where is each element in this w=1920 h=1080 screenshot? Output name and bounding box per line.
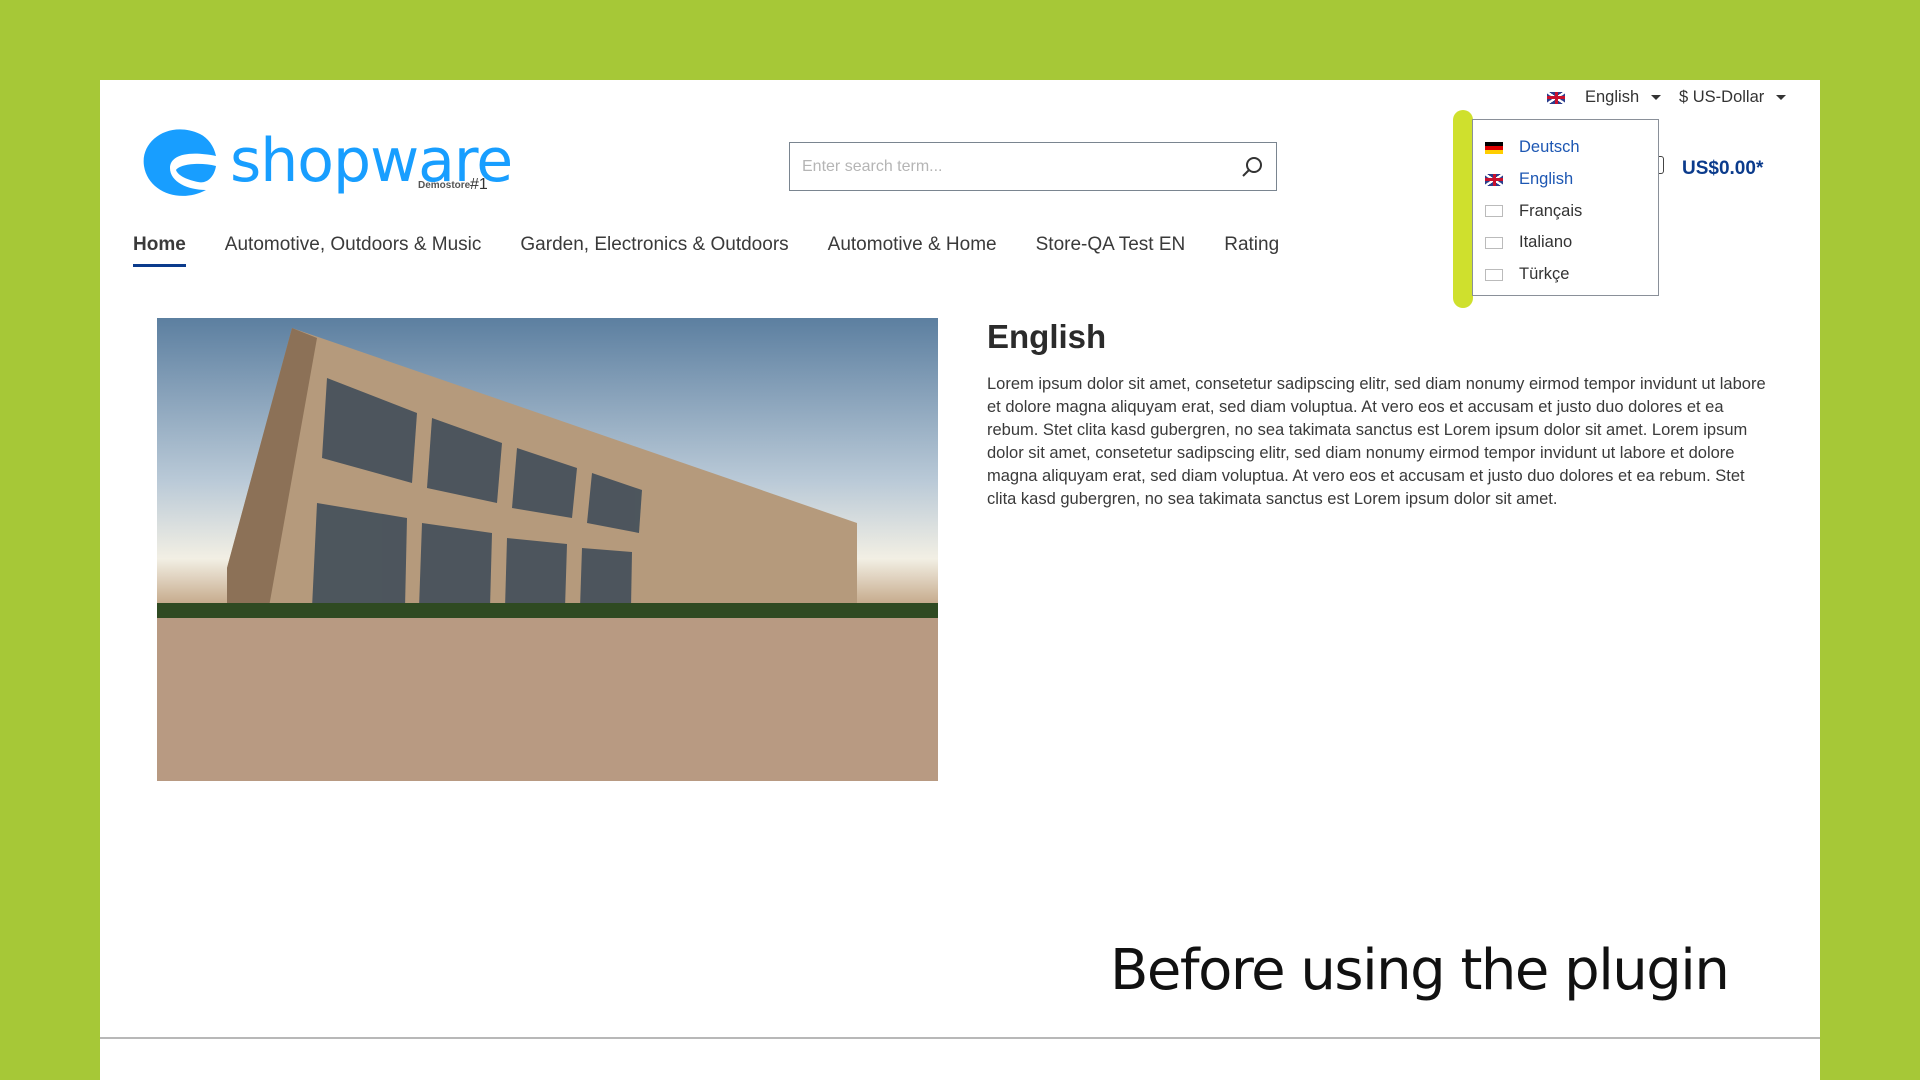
shopware-logo[interactable]: shopware Demostore #1 [140, 126, 513, 200]
nav-item[interactable]: Automotive & Home [828, 234, 997, 267]
de-flag-icon [1485, 141, 1503, 154]
empty-flag-icon [1485, 205, 1503, 218]
language-option-italiano[interactable]: Italiano [1473, 227, 1658, 259]
uk-flag-icon [1485, 173, 1503, 186]
nav-item[interactable]: Rating [1224, 234, 1279, 267]
language-switcher[interactable]: English [1547, 88, 1662, 107]
nav-item[interactable]: Store-QA Test EN [1036, 234, 1186, 267]
caret-down-icon [1776, 95, 1787, 100]
nav-item-home[interactable]: Home [133, 234, 186, 267]
empty-flag-icon [1485, 236, 1503, 249]
divider [100, 1037, 1820, 1039]
main-navigation: Home Automotive, Outdoors & Music Garden… [133, 234, 1279, 267]
content-heading: English [987, 318, 1107, 355]
empty-flag-icon [1485, 268, 1503, 281]
nav-item[interactable]: Automotive, Outdoors & Music [225, 234, 482, 267]
language-option-francais[interactable]: Français [1473, 195, 1658, 227]
shopware-logo-icon [143, 129, 216, 196]
language-label: English [1585, 88, 1640, 106]
language-option-english[interactable]: English [1473, 164, 1658, 196]
search-icon[interactable] [1240, 155, 1264, 179]
language-dropdown: Deutsch English Français Italiano Türkçe [1472, 119, 1659, 296]
currency-label: $ US-Dollar [1679, 88, 1765, 106]
caret-down-icon [1651, 95, 1662, 100]
language-option-deutsch[interactable]: Deutsch [1473, 132, 1658, 164]
uk-flag-icon [1547, 91, 1565, 104]
language-option-turkce[interactable]: Türkçe [1473, 259, 1658, 291]
search-box [789, 142, 1277, 191]
search-input[interactable] [802, 157, 1240, 176]
nav-item[interactable]: Garden, Electronics & Outdoors [520, 234, 788, 267]
currency-switcher[interactable]: $ US-Dollar [1679, 88, 1787, 107]
content-paragraph: Lorem ipsum dolor sit amet, consetetur s… [987, 375, 1766, 508]
cart-total[interactable]: US$0.00* [1682, 158, 1763, 180]
hero-image-building [157, 318, 938, 781]
caption: Before using the plugin [1110, 938, 1730, 1003]
highlight-marker [1453, 110, 1473, 308]
